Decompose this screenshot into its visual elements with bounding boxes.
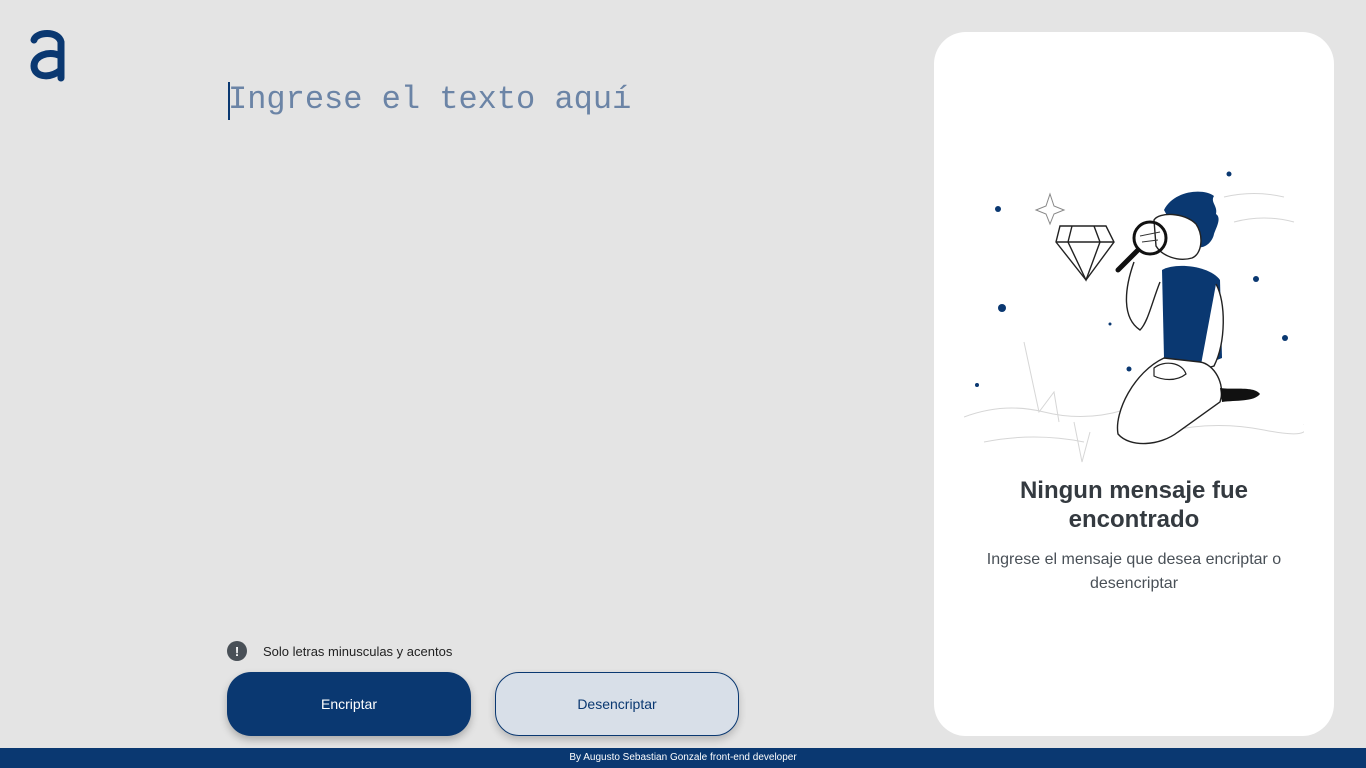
logo xyxy=(28,30,68,82)
encrypt-button[interactable]: Encriptar xyxy=(227,672,471,736)
message-input[interactable] xyxy=(228,78,908,618)
decrypt-button[interactable]: Desencriptar xyxy=(495,672,739,736)
text-cursor xyxy=(228,82,230,120)
output-panel: Ningun mensaje fue encontrado Ingrese el… xyxy=(934,32,1334,736)
logo-a-icon xyxy=(30,30,65,82)
empty-state-title: Ningun mensaje fue encontrado xyxy=(1019,477,1249,533)
footer: By Augusto Sebastian Gonzale front-end d… xyxy=(0,748,1366,768)
hint-text: Solo letras minusculas y acentos xyxy=(263,643,453,659)
person-with-magnifier-illustration xyxy=(964,171,1304,463)
hint: ! Solo letras minusculas y acentos xyxy=(227,641,452,661)
exclamation-icon: ! xyxy=(227,641,247,661)
empty-state-subtitle: Ingrese el mensaje que desea encriptar o… xyxy=(986,551,1282,592)
